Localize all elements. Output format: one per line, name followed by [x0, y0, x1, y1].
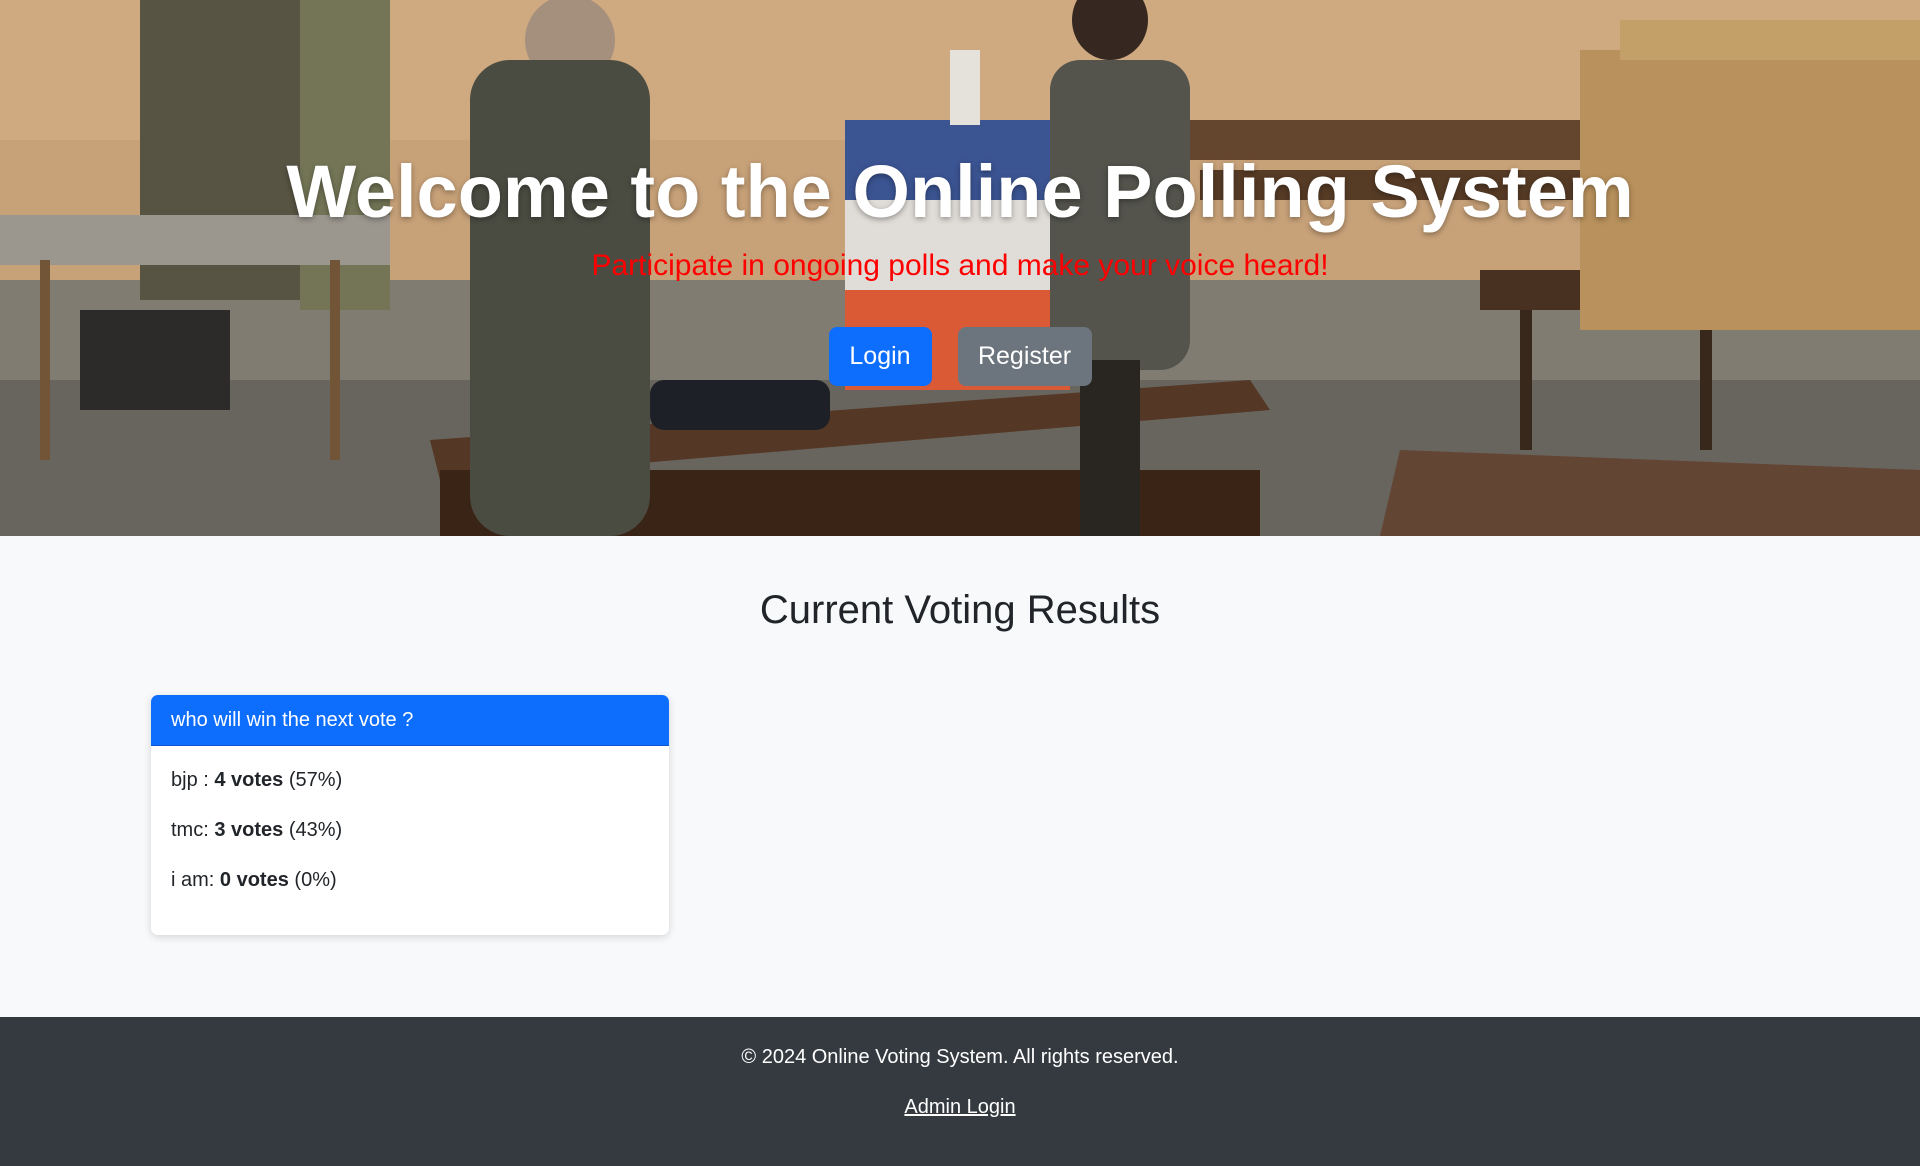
hero-buttons: Login Register	[0, 327, 1920, 386]
voting-results-section: Current Voting Results who will win the …	[0, 536, 1920, 1017]
admin-login-container: Admin Login	[0, 1095, 1920, 1119]
hero-title: Welcome to the Online Polling System	[286, 150, 1634, 233]
option-name: bjp :	[171, 769, 209, 791]
option-percent: (43%)	[288, 819, 343, 841]
register-button[interactable]: Register	[957, 327, 1092, 386]
admin-login-link[interactable]: Admin Login	[904, 1096, 1015, 1118]
option-name: tmc:	[171, 819, 209, 841]
login-button[interactable]: Login	[828, 327, 932, 386]
poll-option-row: i am: 0 votes (0%)	[171, 868, 649, 892]
option-percent: (0%)	[294, 869, 337, 891]
copyright-text: © 2024 Online Voting System. All rights …	[741, 1046, 1179, 1068]
poll-question: who will win the next vote ?	[151, 695, 669, 746]
hero-subtitle: Participate in ongoing polls and make yo…	[591, 249, 1329, 282]
results-title: Current Voting Results	[759, 588, 1161, 632]
option-percent: (57%)	[288, 769, 343, 791]
hero-banner: Welcome to the Online Polling System Par…	[0, 0, 1920, 536]
poll-option-row: tmc: 3 votes (43%)	[171, 818, 649, 842]
poll-card: who will win the next vote ? bjp : 4 vot…	[151, 695, 669, 935]
option-votes: 4 votes	[214, 769, 284, 791]
option-name: i am:	[171, 869, 215, 891]
option-votes: 3 votes	[214, 819, 284, 841]
poll-option-row: bjp : 4 votes (57%)	[171, 768, 649, 792]
site-footer: © 2024 Online Voting System. All rights …	[0, 1017, 1920, 1166]
option-votes: 0 votes	[219, 869, 289, 891]
poll-options: bjp : 4 votes (57%) tmc: 3 votes (43%) i…	[151, 746, 669, 892]
